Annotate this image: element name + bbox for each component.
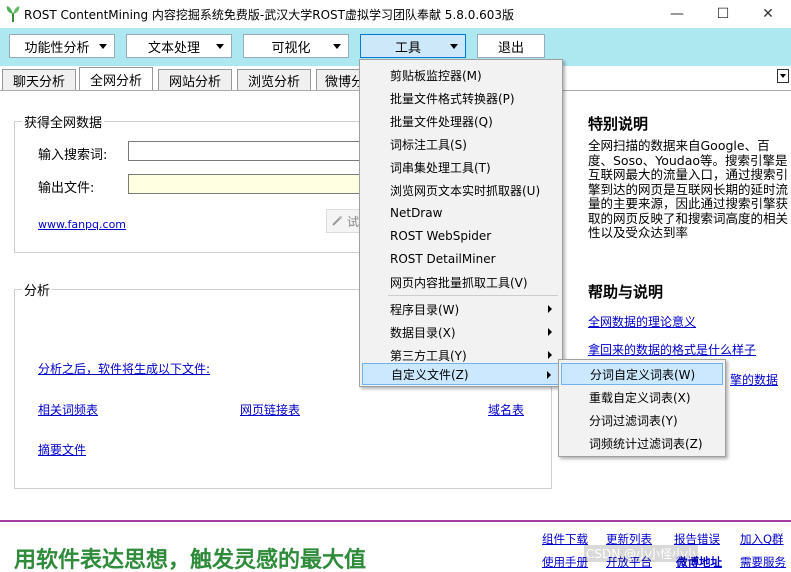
menu-item-program-dir-label: 程序目录(W) xyxy=(390,302,460,317)
dropdown-arrow-icon xyxy=(99,44,107,49)
submenu-item-seg-filter-dict[interactable]: 分词过滤词表(Y) xyxy=(561,409,723,431)
dropdown-arrow-icon xyxy=(450,44,458,49)
watermark: CSDN @小小怪小小 xyxy=(584,545,699,562)
analysis-menu-button[interactable]: 功能性分析 xyxy=(9,34,115,58)
special-note-title: 特别说明 xyxy=(588,115,649,133)
search-input[interactable] xyxy=(128,141,360,161)
window-title: ROST ContentMining 内容挖掘系统免费版-武汉大学ROST虚拟学… xyxy=(24,8,515,22)
tools-dropdown-menu: 剪贴板监控器(M) 批量文件格式转换器(P) 批量文件处理器(Q) 词标注工具(… xyxy=(359,59,563,387)
footer-link-manual[interactable]: 使用手册 xyxy=(542,554,588,570)
submenu-arrow-icon xyxy=(548,305,552,313)
get-web-data-title: 获得全网数据 xyxy=(22,112,105,131)
help-link-engine[interactable]: 擎的数据 xyxy=(730,371,778,388)
special-note-text: 全网扫描的数据来自Google、百度、Soso、Youdao等。搜索引擎是互联网… xyxy=(588,138,789,240)
help-title: 帮助与说明 xyxy=(588,283,664,301)
output-label: 输出文件: xyxy=(38,181,95,196)
menu-separator xyxy=(388,295,558,296)
submenu-item-freq-filter-dict[interactable]: 词频统计过滤词表(Z) xyxy=(561,432,723,454)
submenu-item-reload-custom-dict[interactable]: 重载自定义词表(X) xyxy=(561,386,723,408)
submenu-arrow-icon xyxy=(547,371,551,379)
output-file-input[interactable] xyxy=(128,174,360,194)
menu-item-data-dir-label: 数据目录(X) xyxy=(390,325,456,340)
wand-icon xyxy=(332,216,342,226)
run-button-label: 试 xyxy=(346,214,359,229)
custom-files-submenu: 分词自定义词表(W) 重载自定义词表(X) 分词过滤词表(Y) 词频统计过滤词表… xyxy=(558,359,726,457)
exit-button[interactable]: 退出 xyxy=(477,34,545,58)
tools-menu-label: 工具 xyxy=(394,40,421,56)
close-icon[interactable]: ✕ xyxy=(745,0,791,28)
web-links-link[interactable]: 网页链接表 xyxy=(240,401,300,418)
help-link-theory[interactable]: 全网数据的理论意义 xyxy=(588,313,696,330)
menu-item-detailminer[interactable]: ROST DetailMiner xyxy=(362,248,560,270)
tab-scroll-down-icon[interactable] xyxy=(777,69,789,83)
submenu-arrow-icon xyxy=(548,328,552,336)
footer-link-service[interactable]: 需要服务 xyxy=(740,554,786,570)
domain-table-link[interactable]: 域名表 xyxy=(488,401,524,418)
menu-item-batch-format-converter[interactable]: 批量文件格式转换器(P) xyxy=(362,87,560,109)
tab-browse-analysis[interactable]: 浏览分析 xyxy=(237,69,311,90)
analysis-menu-label: 功能性分析 xyxy=(24,40,90,56)
title-bar: ROST ContentMining 内容挖掘系统免费版-武汉大学ROST虚拟学… xyxy=(0,0,791,28)
menu-item-word-tagging-tool[interactable]: 词标注工具(S) xyxy=(362,133,560,155)
minimize-icon[interactable]: — xyxy=(654,0,700,28)
menu-item-third-party-label: 第三方工具(Y) xyxy=(390,348,467,363)
menu-item-custom-files-label: 自定义文件(Z) xyxy=(391,367,469,382)
site-link[interactable]: www.fanpq.com xyxy=(38,218,126,231)
menu-item-program-dir[interactable]: 程序目录(W) xyxy=(362,298,560,320)
tab-site-analysis[interactable]: 网站分析 xyxy=(158,69,232,90)
slogan: 用软件表达思想，触发灵感的最大值 xyxy=(14,547,367,572)
text-processing-menu-label: 文本处理 xyxy=(147,40,200,56)
dropdown-arrow-icon xyxy=(216,44,224,49)
submenu-item-seg-custom-dict[interactable]: 分词自定义词表(W) xyxy=(561,363,723,385)
maximize-icon[interactable]: ☐ xyxy=(700,0,746,28)
tab-chat-analysis[interactable]: 聊天分析 xyxy=(2,69,76,90)
menu-item-data-dir[interactable]: 数据目录(X) xyxy=(362,321,560,343)
text-processing-menu-button[interactable]: 文本处理 xyxy=(126,34,232,58)
visualization-menu-label: 可视化 xyxy=(271,40,311,56)
footer-link-qq[interactable]: 加入Q群 xyxy=(740,531,784,547)
submenu-arrow-icon xyxy=(548,351,552,359)
menu-item-batch-web-grabber[interactable]: 网页内容批量抓取工具(V) xyxy=(362,271,560,293)
word-freq-link[interactable]: 相关词频表 xyxy=(38,401,98,418)
menu-item-batch-file-processor[interactable]: 批量文件处理器(Q) xyxy=(362,110,560,132)
footer-link-download[interactable]: 组件下载 xyxy=(542,531,588,547)
menu-item-webspider[interactable]: ROST WebSpider xyxy=(362,225,560,247)
menu-item-word-string-tool[interactable]: 词串集处理工具(T) xyxy=(362,156,560,178)
menu-item-netdraw[interactable]: NetDraw xyxy=(362,202,560,224)
dropdown-arrow-icon xyxy=(333,44,341,49)
menu-item-custom-files[interactable]: 自定义文件(Z) xyxy=(362,363,560,385)
visualization-menu-button[interactable]: 可视化 xyxy=(243,34,349,58)
run-button[interactable]: 试 xyxy=(326,209,360,233)
tools-menu-button[interactable]: 工具 xyxy=(360,34,466,58)
rost-logo-icon xyxy=(6,6,20,22)
tab-web-analysis[interactable]: 全网分析 xyxy=(79,67,153,90)
summary-file-link[interactable]: 摘要文件 xyxy=(38,441,86,458)
search-label: 输入搜索词: xyxy=(38,148,108,163)
menu-item-clipboard-monitor[interactable]: 剪贴板监控器(M) xyxy=(362,64,560,86)
menu-item-live-web-grabber[interactable]: 浏览网页文本实时抓取器(U) xyxy=(362,179,560,201)
analysis-title: 分析 xyxy=(22,280,53,299)
analysis-note: 分析之后，软件将生成以下文件: xyxy=(38,362,211,376)
help-link-format[interactable]: 拿回来的数据的格式是什么样子 xyxy=(588,341,756,358)
